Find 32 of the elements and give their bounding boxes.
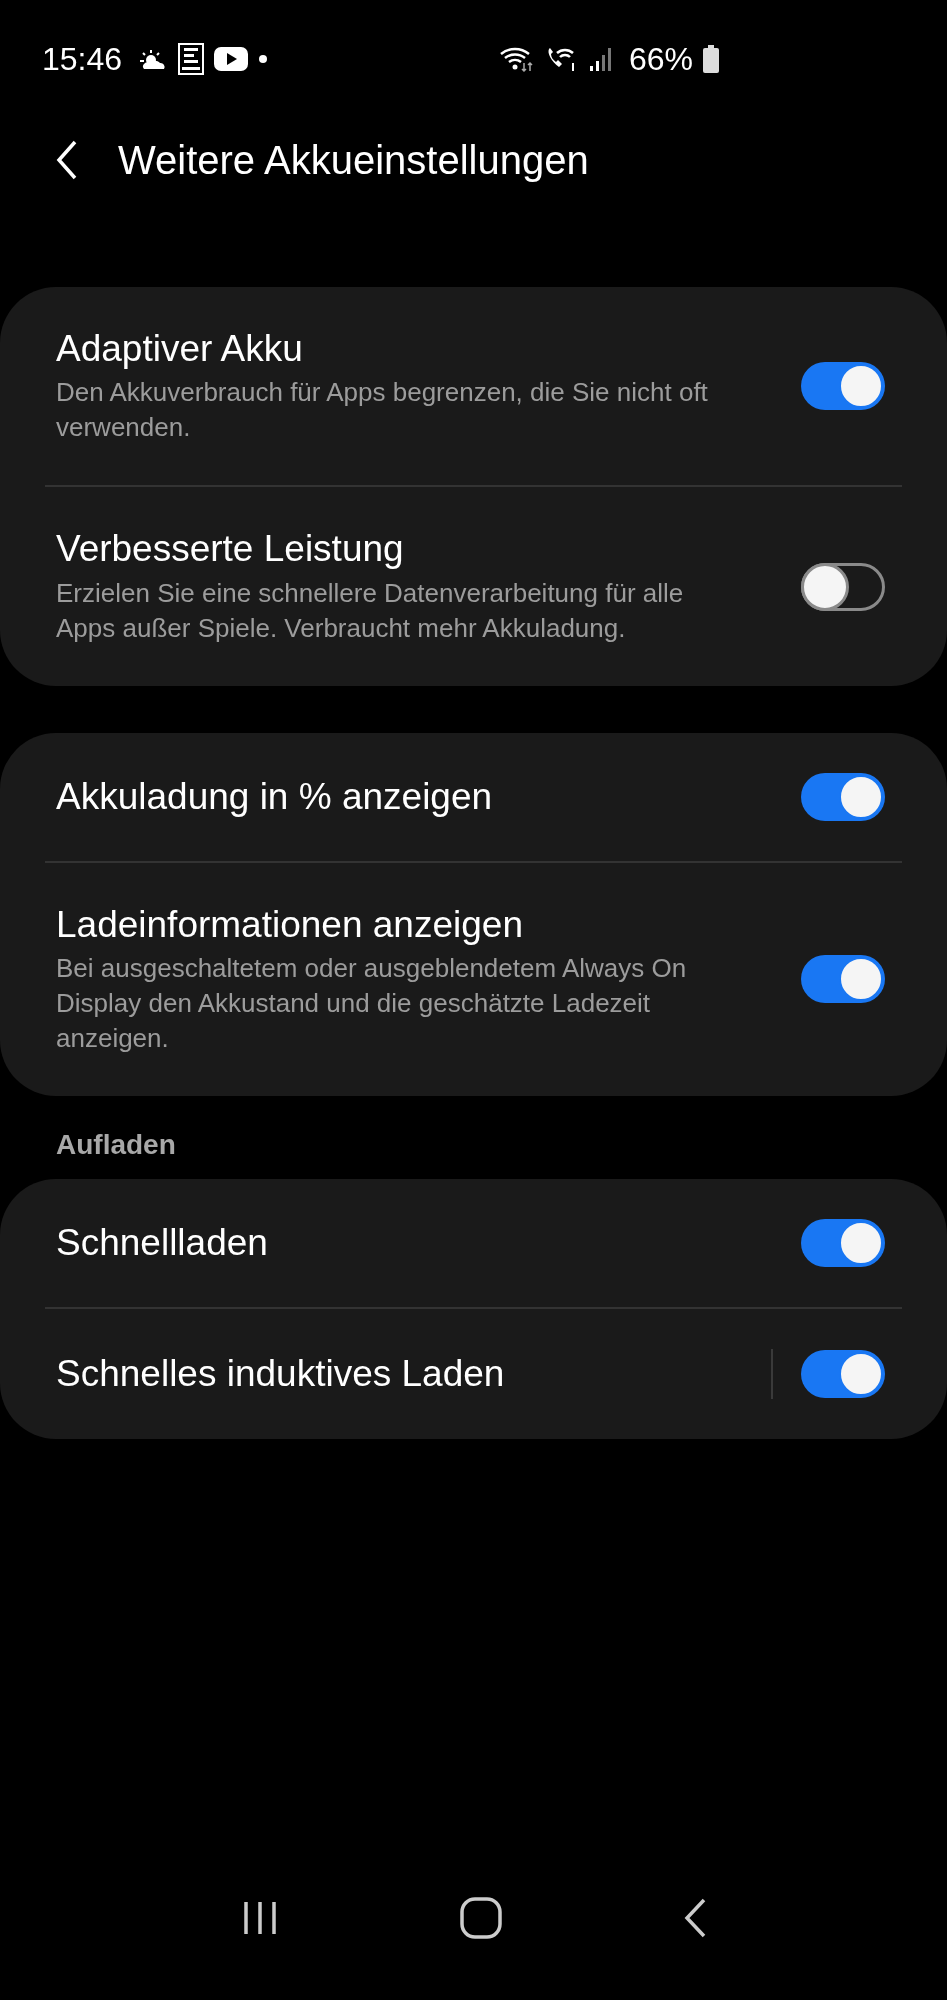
setting-row[interactable]: Ladeinformationen anzeigen Bei ausgeschaltetem oder ausgeblendetem Always On Display den Akkustand und die geschätzte Ladezeit anzeigen. [0, 862, 947, 1097]
wifi-icon [498, 45, 535, 73]
toggle-switch[interactable] [801, 772, 885, 821]
toggle-switch[interactable] [801, 362, 885, 411]
section-heading: Aufladen [55, 1129, 177, 1163]
battery-percentage: 66% [628, 40, 693, 78]
toggle-switch[interactable] [801, 562, 885, 611]
battery-icon [703, 45, 719, 73]
setting-title: Akkuladung in % anzeigen [56, 774, 494, 819]
dot-icon [258, 54, 269, 64]
signal-icon [588, 46, 613, 72]
setting-row[interactable]: Schnellladen [0, 1179, 947, 1308]
setting-description: Den Akkuverbrauch für Apps begrenzen, die Sie nicht oft verwenden. [56, 376, 709, 445]
setting-row[interactable]: Schnelles induktives Laden [0, 1309, 947, 1440]
notification-icon [178, 43, 205, 75]
toggle-switch[interactable] [801, 1350, 885, 1399]
setting-row[interactable]: Verbesserte Leistung Erzielen Sie eine schnellere Datenverarbeitung für alle Apps außer Spiele. Verbraucht mehr Akkuladung. [0, 487, 947, 686]
setting-row[interactable]: Akkuladung in % anzeigen [0, 732, 947, 861]
toggle-switch[interactable] [801, 1219, 885, 1268]
page-title: Weitere Akkueinstellungen [118, 137, 589, 183]
back-button[interactable] [56, 140, 78, 180]
setting-row[interactable]: Adaptiver Akku Den Akkuverbrauch für Apps begrenzen, die Sie nicht oft verwenden. [0, 287, 947, 486]
setting-description: Bei ausgeschaltetem oder ausgeblendetem Always On Display den Akkustand und die geschätzte Ladezeit anzeigen. [56, 952, 688, 1056]
setting-title: Verbesserte Leistung [56, 527, 405, 572]
setting-title: Adaptiver Akku [56, 327, 304, 371]
setting-title: Schnelles induktives Laden [56, 1351, 506, 1396]
setting-title: Ladeinformationen anzeigen [56, 902, 524, 947]
setting-title: Schnellladen [56, 1220, 269, 1265]
toggle-switch[interactable] [801, 955, 885, 1004]
video-play-icon [214, 47, 249, 71]
clock: 15:46 [42, 40, 123, 78]
setting-description: Erzielen Sie eine schnellere Datenverarbeitung für alle Apps außer Spiele. Verbraucht mehr Akkuladung. [56, 576, 685, 645]
